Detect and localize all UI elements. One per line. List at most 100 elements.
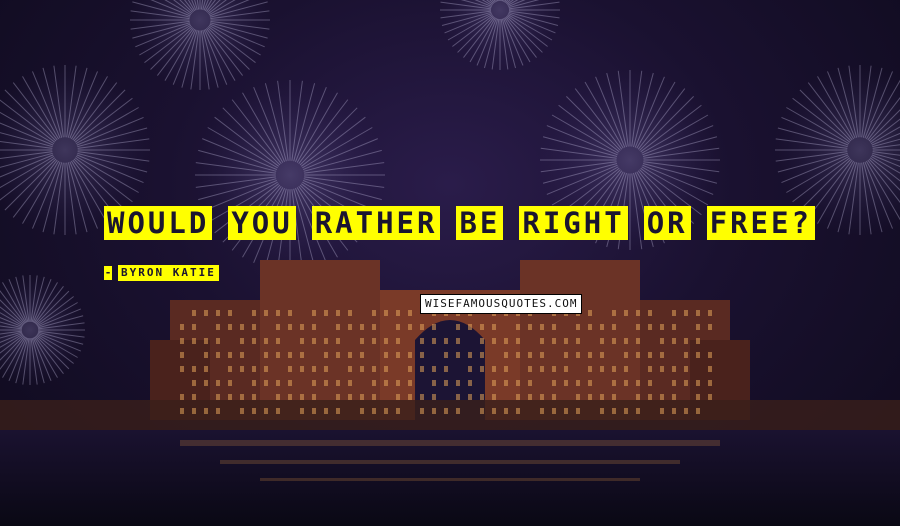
window-light: [276, 394, 280, 400]
window-light: [672, 324, 676, 330]
window-light: [396, 338, 400, 344]
window-light: [180, 366, 184, 372]
window-light: [576, 324, 580, 330]
author-name: BYRON KATIE: [118, 265, 219, 281]
window-light: [336, 394, 340, 400]
window-light: [360, 366, 364, 372]
window-light: [708, 324, 712, 330]
window-light: [324, 366, 328, 372]
window-light: [480, 394, 484, 400]
window-light: [492, 338, 496, 344]
quote-text: WOULD YOU RATHER BE RIGHT OR FREE?: [104, 206, 815, 240]
window-light: [204, 338, 208, 344]
window-light: [336, 338, 340, 344]
window-light: [360, 352, 364, 358]
window-light: [324, 408, 328, 414]
window-light: [192, 366, 196, 372]
window-light: [636, 380, 640, 386]
window-light: [252, 310, 256, 316]
window-light: [348, 310, 352, 316]
window-light: [684, 310, 688, 316]
window-light: [564, 352, 568, 358]
window-light: [528, 380, 532, 386]
window-light: [516, 394, 520, 400]
window-light: [300, 324, 304, 330]
window-light: [396, 380, 400, 386]
window-light: [312, 338, 316, 344]
window-light: [420, 324, 424, 330]
window-light: [600, 324, 604, 330]
window-light: [636, 352, 640, 358]
window-light: [540, 366, 544, 372]
window-light: [300, 338, 304, 344]
window-light: [180, 408, 184, 414]
window-light: [648, 380, 652, 386]
window-light: [252, 366, 256, 372]
window-light: [660, 394, 664, 400]
window-light: [180, 394, 184, 400]
window-light: [708, 380, 712, 386]
window-light: [504, 352, 508, 358]
window-light: [528, 352, 532, 358]
window-light: [480, 408, 484, 414]
window-light: [648, 352, 652, 358]
window-light: [588, 324, 592, 330]
window-light: [264, 352, 268, 358]
window-light: [348, 380, 352, 386]
window-light: [432, 324, 436, 330]
window-light: [456, 338, 460, 344]
window-light: [336, 310, 340, 316]
window-light: [540, 352, 544, 358]
window-light: [420, 366, 424, 372]
window-light: [288, 352, 292, 358]
window-light: [312, 324, 316, 330]
window-light: [636, 408, 640, 414]
window-light: [504, 408, 508, 414]
window-light: [528, 394, 532, 400]
window-light: [432, 338, 436, 344]
window-light: [684, 408, 688, 414]
window-light: [516, 324, 520, 330]
window-light: [336, 352, 340, 358]
window-light: [708, 310, 712, 316]
window-light: [516, 380, 520, 386]
window-light: [252, 394, 256, 400]
window-light: [372, 338, 376, 344]
window-light: [456, 394, 460, 400]
window-light: [612, 338, 616, 344]
window-light: [252, 338, 256, 344]
window-light: [288, 324, 292, 330]
window-light: [348, 324, 352, 330]
window-light: [324, 380, 328, 386]
window-light: [192, 324, 196, 330]
window-light: [708, 366, 712, 372]
window-light: [504, 366, 508, 372]
window-light: [684, 380, 688, 386]
window-light: [564, 338, 568, 344]
window-light: [612, 380, 616, 386]
watermark: WISEFAMOUSQUOTES.COM: [420, 294, 583, 314]
window-light: [624, 352, 628, 358]
window-light: [612, 366, 616, 372]
window-light: [372, 380, 376, 386]
window-light: [204, 310, 208, 316]
window-light: [636, 394, 640, 400]
window-light: [432, 366, 436, 372]
window-light: [564, 408, 568, 414]
window-light: [624, 380, 628, 386]
window-light: [276, 352, 280, 358]
window-light: [576, 394, 580, 400]
window-light: [468, 366, 472, 372]
window-light: [312, 408, 316, 414]
window-light: [408, 352, 412, 358]
window-light: [180, 324, 184, 330]
window-light: [240, 352, 244, 358]
window-light: [696, 380, 700, 386]
window-light: [204, 380, 208, 386]
window-light: [540, 408, 544, 414]
window-light: [204, 352, 208, 358]
window-light: [324, 338, 328, 344]
window-light: [240, 324, 244, 330]
window-light: [528, 366, 532, 372]
window-light: [648, 366, 652, 372]
